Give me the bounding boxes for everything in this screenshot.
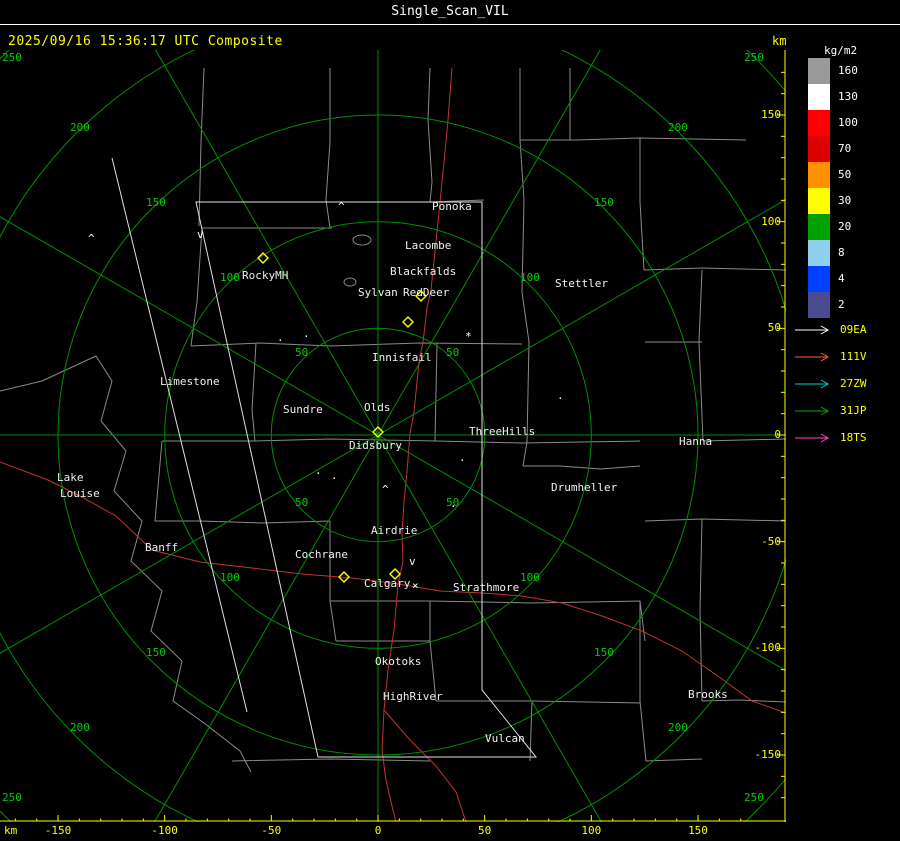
track-legend: 09EA 111V 27ZW 31JP 18TS bbox=[786, 36, 900, 841]
scan-timestamp: 2025/09/16 15:36:17 UTC Composite bbox=[8, 34, 283, 49]
legend-panel: kg/m2 160 130 100 70 50 30 20 8 4 2 09EA 111V 27ZW 3… bbox=[786, 36, 900, 841]
bottom-axis-label: 150 bbox=[688, 824, 708, 837]
bottom-axis-label: -150 bbox=[44, 824, 72, 837]
azimuth-spokes bbox=[0, 50, 786, 822]
radar-display[interactable]: Ponoka Lacombe Blackfalds RedDeer Sylvan Stet… bbox=[0, 50, 786, 822]
bottom-axis: km -150 -100 -50 0 50 100 150 bbox=[0, 822, 900, 841]
window-title: Single_Scan_VIL bbox=[391, 4, 509, 19]
radar-site-diamond-icon bbox=[389, 568, 401, 580]
track-id-label: 111V bbox=[840, 350, 867, 363]
track-id-label: 27ZW bbox=[840, 377, 867, 390]
track-arrow-icon bbox=[795, 352, 830, 362]
bottom-axis-label: -100 bbox=[151, 824, 178, 837]
track-id-label: 09EA bbox=[840, 323, 867, 336]
bottom-axis-label: 0 bbox=[374, 824, 382, 837]
bottom-axis-label: 100 bbox=[581, 824, 602, 837]
window-titlebar: Single_Scan_VIL bbox=[0, 0, 900, 25]
track-arrow-icon bbox=[795, 406, 830, 416]
radar-site-diamond-icon bbox=[402, 316, 414, 328]
track-arrow-icon bbox=[795, 379, 830, 389]
axis-ticks bbox=[14, 71, 785, 821]
right-axis-unit-label: km bbox=[772, 34, 787, 48]
axes bbox=[0, 50, 786, 822]
radar-site-markers bbox=[257, 252, 427, 583]
radar-site-diamond-icon bbox=[415, 290, 427, 302]
app-window: Single_Scan_VIL 2025/09/16 15:36:17 UTC … bbox=[0, 0, 900, 841]
bottom-axis-unit-label: km bbox=[4, 824, 18, 837]
track-id-label: 31JP bbox=[840, 404, 867, 417]
track-arrow-icon bbox=[795, 433, 830, 443]
radar-canvas bbox=[0, 50, 786, 822]
bottom-axis-label: -50 bbox=[261, 824, 282, 837]
county-boundaries bbox=[0, 67, 786, 773]
bottom-axis-label: 50 bbox=[478, 824, 492, 837]
track-id-label: 18TS bbox=[840, 431, 867, 444]
scan-outlines bbox=[111, 157, 538, 758]
track-arrow-icon bbox=[795, 325, 830, 335]
range-rings bbox=[0, 50, 786, 822]
